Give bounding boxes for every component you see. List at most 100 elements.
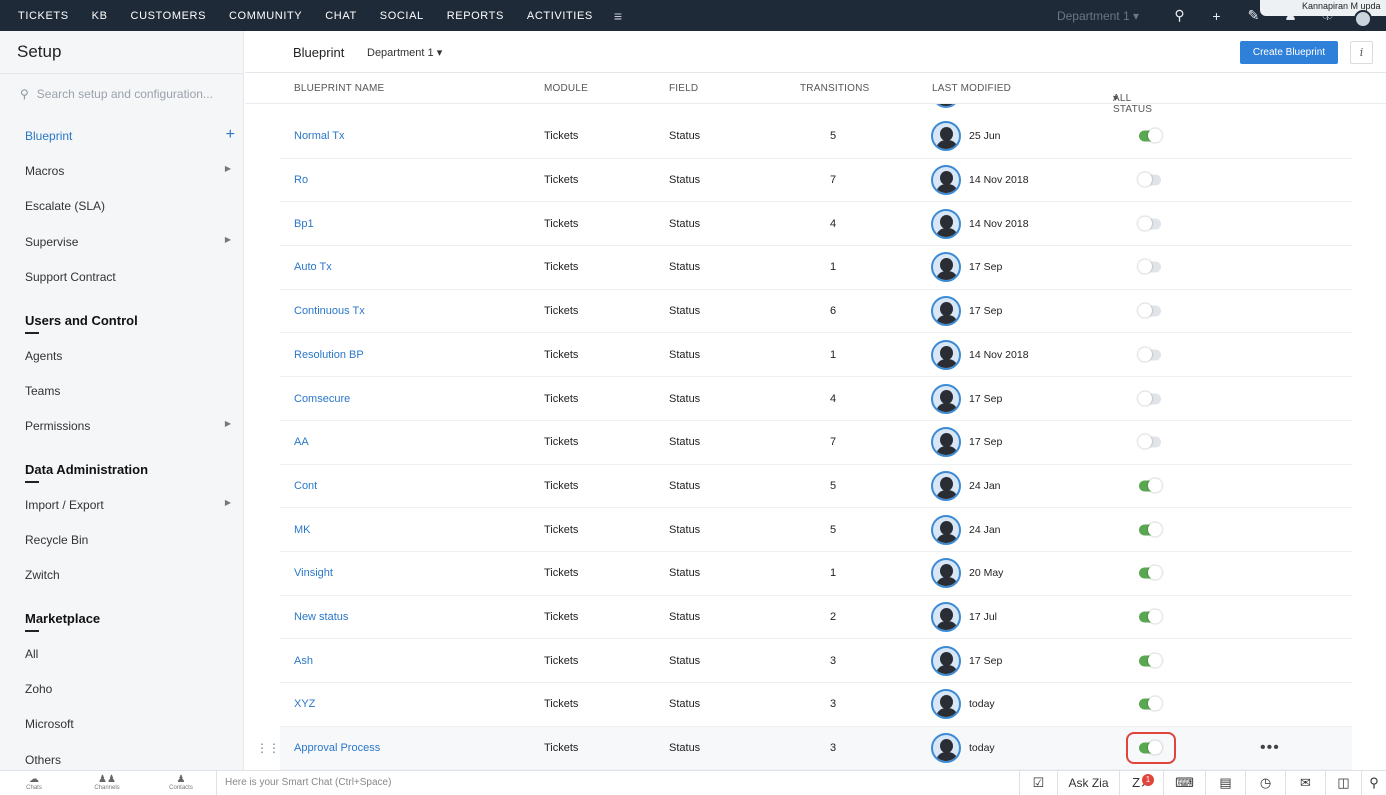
status-toggle[interactable]	[1139, 128, 1162, 143]
department-switcher[interactable]: Department 1 ▾	[1057, 9, 1139, 23]
status-toggle[interactable]	[1139, 696, 1162, 711]
blueprint-name-link[interactable]: AA	[294, 436, 309, 448]
blueprint-name-link[interactable]: Comsecure	[294, 393, 350, 405]
smart-chat-input[interactable]: Here is your Smart Chat (Ctrl+Space)	[216, 771, 1019, 795]
status-toggle[interactable]	[1139, 522, 1162, 537]
info-button[interactable]: i	[1350, 41, 1373, 64]
table-row[interactable]: Bp1 Tickets Status 4 14 Nov 2018	[280, 202, 1352, 247]
more-options-icon[interactable]: •••	[1260, 739, 1280, 757]
clock-icon[interactable]: ◷	[1245, 771, 1285, 795]
status-toggle[interactable]	[1138, 216, 1161, 231]
table-row[interactable]: Vinsight Tickets Status 1 20 May	[280, 552, 1352, 596]
tab-contacts[interactable]: ♟ Contacts	[156, 774, 206, 791]
search-icon[interactable]: ⚲	[1361, 771, 1386, 795]
blueprint-name-link[interactable]: New status	[294, 611, 348, 623]
table-row[interactable]: AA Tickets Status 7 17 Sep	[280, 421, 1352, 465]
nav-community[interactable]: COMMUNITY	[229, 10, 302, 22]
blueprint-name-link[interactable]: Ash	[294, 655, 313, 667]
sidebar-item-recycle-bin[interactable]: Recycle Bin	[25, 533, 235, 547]
sidebar-item-agents[interactable]: Agents	[25, 349, 235, 363]
table-row[interactable]: Auto Tx Tickets Status 1 17 Sep	[280, 246, 1352, 290]
sidebar-item-escalate[interactable]: Escalate (SLA)	[25, 199, 235, 213]
status-toggle[interactable]	[1139, 653, 1162, 668]
status-toggle[interactable]	[1138, 303, 1161, 318]
nav-activities[interactable]: ACTIVITIES	[527, 10, 593, 22]
transitions-cell: 7	[829, 174, 837, 187]
blueprint-name-link[interactable]: Resolution BP	[294, 349, 364, 361]
status-toggle[interactable]	[1138, 172, 1161, 187]
table-row[interactable]: Approval Process Tickets Status 3 today •••	[280, 726, 1352, 770]
table-row[interactable]: Continuous Tx Tickets Status 6 17 Sep	[280, 290, 1352, 334]
status-toggle[interactable]	[1138, 347, 1161, 362]
nav-tickets[interactable]: TICKETS	[18, 10, 69, 22]
sidebar-item-import-export[interactable]: Import / Export ▶	[25, 498, 235, 512]
blueprint-name-link[interactable]: Approval Process	[294, 742, 380, 754]
blueprint-name-link[interactable]: XYZ	[294, 698, 315, 710]
sidebar-title: Setup	[17, 42, 62, 61]
nav-customers[interactable]: CUSTOMERS	[131, 10, 206, 22]
hamburger-icon[interactable]: ≡	[614, 8, 622, 24]
sidebar-item-zwitch[interactable]: Zwitch	[25, 568, 235, 582]
status-toggle[interactable]	[1139, 609, 1162, 624]
setup-search-input[interactable]: ⚲ Search setup and configuration...	[20, 87, 230, 101]
transitions-cell: 1	[829, 567, 837, 580]
sidebar-item-microsoft[interactable]: Microsoft	[25, 717, 235, 731]
sidebar-item-others[interactable]: Others	[25, 753, 235, 767]
module-cell: Tickets	[544, 742, 579, 755]
sidebar-item-support-contract[interactable]: Support Contract	[25, 270, 235, 284]
create-blueprint-button[interactable]: Create Blueprint	[1240, 41, 1338, 64]
feed-icon[interactable]: ◫	[1325, 771, 1361, 795]
table-row[interactable]: XYZ Tickets Status 3 today	[280, 683, 1352, 727]
sidebar-item-all[interactable]: All	[25, 647, 235, 661]
sidebar-item-permissions[interactable]: Permissions ▶	[25, 419, 235, 433]
keyboard-icon[interactable]: ⌨	[1163, 771, 1205, 795]
blueprint-name-link[interactable]: Bp1	[294, 218, 314, 230]
module-cell: Tickets	[544, 654, 579, 667]
blueprint-name-link[interactable]: Auto Tx	[294, 261, 332, 273]
blueprint-name-link[interactable]: MK	[294, 524, 311, 536]
status-toggle[interactable]	[1138, 259, 1161, 274]
status-toggle[interactable]	[1138, 391, 1161, 406]
checkbox-icon[interactable]: ☑	[1019, 771, 1057, 795]
calendar-icon[interactable]: ▤	[1205, 771, 1245, 795]
search-placeholder: Search setup and configuration...	[36, 87, 213, 101]
table-row[interactable]: New status Tickets Status 2 17 Jul	[280, 596, 1352, 640]
sidebar-item-teams[interactable]: Teams	[25, 384, 235, 398]
blueprint-name-link[interactable]: Continuous Tx	[294, 305, 365, 317]
sidebar-item-macros[interactable]: Macros ▶	[25, 164, 235, 178]
blueprint-name-link[interactable]: Normal Tx	[294, 130, 345, 142]
table-row[interactable]: Cont Tickets Status 5 24 Jan	[280, 465, 1352, 509]
chat-icon[interactable]: ✉	[1285, 771, 1325, 795]
status-toggle[interactable]	[1139, 565, 1162, 580]
avatar[interactable]	[1354, 10, 1372, 28]
drag-handle-icon[interactable]: ⋮⋮	[256, 741, 280, 755]
sidebar-item-blueprint[interactable]: Blueprint +	[25, 127, 235, 144]
blueprint-name-link[interactable]: Cont	[294, 480, 317, 492]
ask-zia-button[interactable]: Ask Zia	[1057, 771, 1119, 795]
sidebar-item-label: Others	[25, 753, 62, 767]
nav-social[interactable]: SOCIAL	[380, 10, 424, 22]
sidebar-item-supervise[interactable]: Supervise ▶	[25, 235, 235, 249]
tab-chats[interactable]: ☁ Chats	[9, 774, 59, 791]
department-dropdown[interactable]: Department 1 ▾	[367, 46, 442, 59]
search-icon[interactable]: ⚲	[1161, 7, 1198, 24]
table-row[interactable]: Normal Tx Tickets Status 5 25 Jun	[280, 115, 1352, 159]
table-row[interactable]: Resolution BP Tickets Status 1 14 Nov 2018	[280, 334, 1352, 378]
sidebar-item-zoho[interactable]: Zoho	[25, 682, 235, 696]
status-toggle[interactable]	[1139, 478, 1162, 493]
add-icon[interactable]: +	[226, 127, 235, 143]
nav-chat[interactable]: CHAT	[325, 10, 357, 22]
status-toggle[interactable]	[1138, 434, 1161, 449]
tab-channels[interactable]: ♟♟ Channels	[82, 774, 132, 791]
plus-icon[interactable]: +	[1198, 8, 1235, 24]
nav-reports[interactable]: REPORTS	[447, 10, 504, 22]
toggle-knob	[1138, 303, 1152, 318]
blueprint-name-link[interactable]: Ro	[294, 174, 308, 186]
table-row[interactable]: Ro Tickets Status 7 14 Nov 2018	[280, 159, 1352, 203]
table-row[interactable]: MK Tickets Status 5 24 Jan	[280, 508, 1352, 552]
table-row[interactable]: Comsecure Tickets Status 4 17 Sep	[280, 377, 1352, 421]
zia-icon[interactable]: Z↗	[1119, 771, 1163, 795]
blueprint-name-link[interactable]: Vinsight	[294, 567, 333, 579]
table-row[interactable]: Ash Tickets Status 3 17 Sep	[280, 639, 1352, 684]
nav-kb[interactable]: KB	[92, 10, 108, 22]
